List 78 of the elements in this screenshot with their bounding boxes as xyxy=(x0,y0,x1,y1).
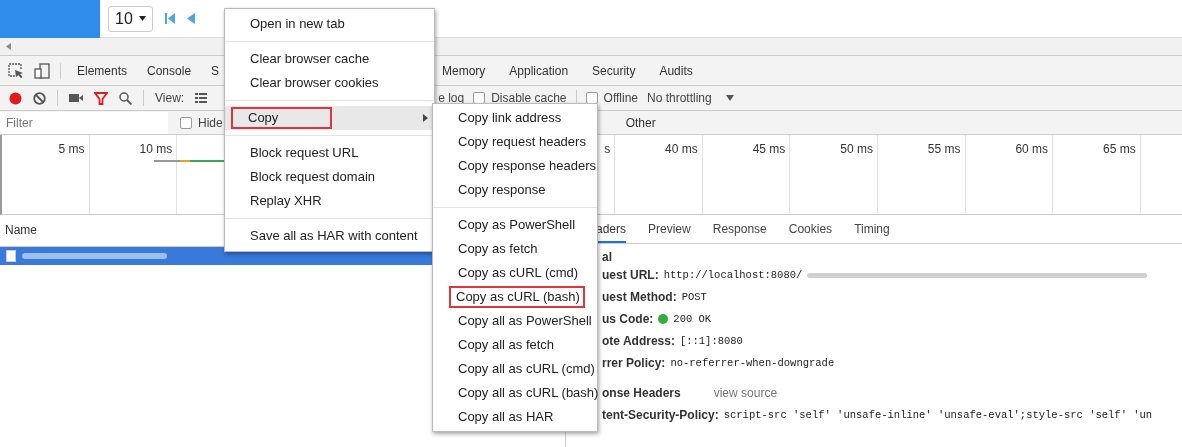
device-icon[interactable] xyxy=(34,62,50,79)
view-source-link[interactable]: view source xyxy=(713,386,778,400)
menu-item[interactable]: Copy all as cURL (bash) xyxy=(433,381,597,405)
submenu-arrow-icon xyxy=(423,114,428,122)
header-name: ote Address: xyxy=(602,334,675,348)
menu-item[interactable]: Copy all as HAR xyxy=(433,405,597,429)
section-title[interactable]: onse Headers xyxy=(602,386,681,400)
status-dot-icon xyxy=(658,314,669,324)
devtools-tab[interactable]: Security xyxy=(592,63,636,78)
throttling-select[interactable]: No throttling xyxy=(647,91,734,105)
menu-item[interactable]: Clear browser cookies xyxy=(225,71,434,95)
time-tick-label: 55 ms xyxy=(927,142,961,156)
devtools-tab[interactable]: Elements xyxy=(77,63,128,78)
hide-checkbox[interactable]: Hide xyxy=(180,115,223,130)
time-tick-label: 65 ms xyxy=(1103,142,1136,156)
details-tab[interactable]: Timing xyxy=(854,222,890,243)
caret-icon xyxy=(138,16,146,21)
time-tick-label: s xyxy=(604,142,611,156)
details-tab[interactable]: Preview xyxy=(648,222,691,243)
details-tab[interactable]: Response xyxy=(712,222,767,243)
list-icon[interactable] xyxy=(195,93,208,103)
scroll-left-icon[interactable] xyxy=(6,43,11,50)
menu-item[interactable]: Block request domain xyxy=(225,165,434,189)
header-value: http://localhost:8080/ xyxy=(663,269,803,281)
details-tab[interactable]: Cookies xyxy=(788,222,833,243)
time-tick-label: 5 ms xyxy=(58,142,85,156)
time-tick-label: 45 ms xyxy=(752,142,786,156)
clear-icon[interactable] xyxy=(33,91,46,105)
devtools-tab[interactable]: Memory xyxy=(442,63,486,78)
header-name: us Code: xyxy=(602,312,654,326)
menu-item[interactable]: Copy all as cURL (cmd) xyxy=(433,357,597,381)
menu-item[interactable]: Copy as fetch xyxy=(433,237,597,261)
menu-item[interactable]: Copy response xyxy=(433,178,597,202)
header-value: POST xyxy=(681,291,707,303)
header-value: 200 OK xyxy=(673,313,712,325)
menu-item[interactable]: Copy xyxy=(225,106,434,130)
header-value: no-referrer-when-downgrade xyxy=(670,357,835,369)
camera-icon[interactable] xyxy=(69,93,83,103)
menu-item[interactable]: Clear browser cache xyxy=(225,47,434,71)
devtools-tab[interactable]: S xyxy=(211,63,220,78)
menu-item[interactable]: Copy request headers xyxy=(433,130,597,154)
menu-item[interactable]: Copy link address xyxy=(433,106,597,130)
menu-item[interactable]: Save all as HAR with content xyxy=(225,224,434,248)
menu-item[interactable]: Copy all as fetch xyxy=(433,333,597,357)
inspect-icon[interactable] xyxy=(8,62,24,79)
filter-icon[interactable] xyxy=(94,91,108,105)
view-label: View: xyxy=(155,91,185,105)
type-filter[interactable]: Other xyxy=(625,115,656,130)
section-title[interactable]: al xyxy=(602,250,1182,264)
time-tick-label: 40 ms xyxy=(665,142,698,156)
header-name: uest URL: xyxy=(602,268,659,282)
caret-icon xyxy=(725,95,734,101)
file-icon xyxy=(6,250,16,262)
search-icon[interactable] xyxy=(119,91,132,105)
header-name: uest Method: xyxy=(602,290,677,304)
time-tick-label: 10 ms xyxy=(139,142,173,156)
waterfall-bar-drawing xyxy=(154,160,224,163)
devtools-tab[interactable]: Audits xyxy=(659,63,693,78)
devtools-tab[interactable]: Console xyxy=(147,63,192,78)
previous-page-icon[interactable] xyxy=(186,13,195,24)
menu-item[interactable]: Copy response headers xyxy=(433,154,597,178)
page-size-select[interactable]: 10 xyxy=(108,5,153,32)
filter-field[interactable]: Filter xyxy=(0,111,168,134)
menu-item[interactable]: Copy all as PowerShell xyxy=(433,309,597,333)
menu-item[interactable]: Copy as PowerShell xyxy=(433,213,597,237)
menu-item[interactable]: Open in new tab xyxy=(225,12,434,36)
time-tick-label: 60 ms xyxy=(1015,142,1049,156)
menu-item[interactable]: Copy as cURL (cmd) xyxy=(433,261,597,285)
menu-item[interactable]: Replay XHR xyxy=(225,189,434,213)
menu-item[interactable]: Block request URL xyxy=(225,141,434,165)
record-icon[interactable] xyxy=(9,91,22,105)
first-page-icon[interactable] xyxy=(164,13,175,24)
header-name: tent-Security-Policy: xyxy=(602,408,719,422)
header-value: script-src 'self' 'unsafe-inline' 'unsafe-eval';style-src 'self' 'un xyxy=(723,409,1153,421)
header-name: rrer Policy: xyxy=(602,356,666,370)
time-tick-label: 50 ms xyxy=(840,142,873,156)
header-value: [::1]:8080 xyxy=(679,335,743,347)
devtools-tab[interactable]: Application xyxy=(509,63,569,78)
